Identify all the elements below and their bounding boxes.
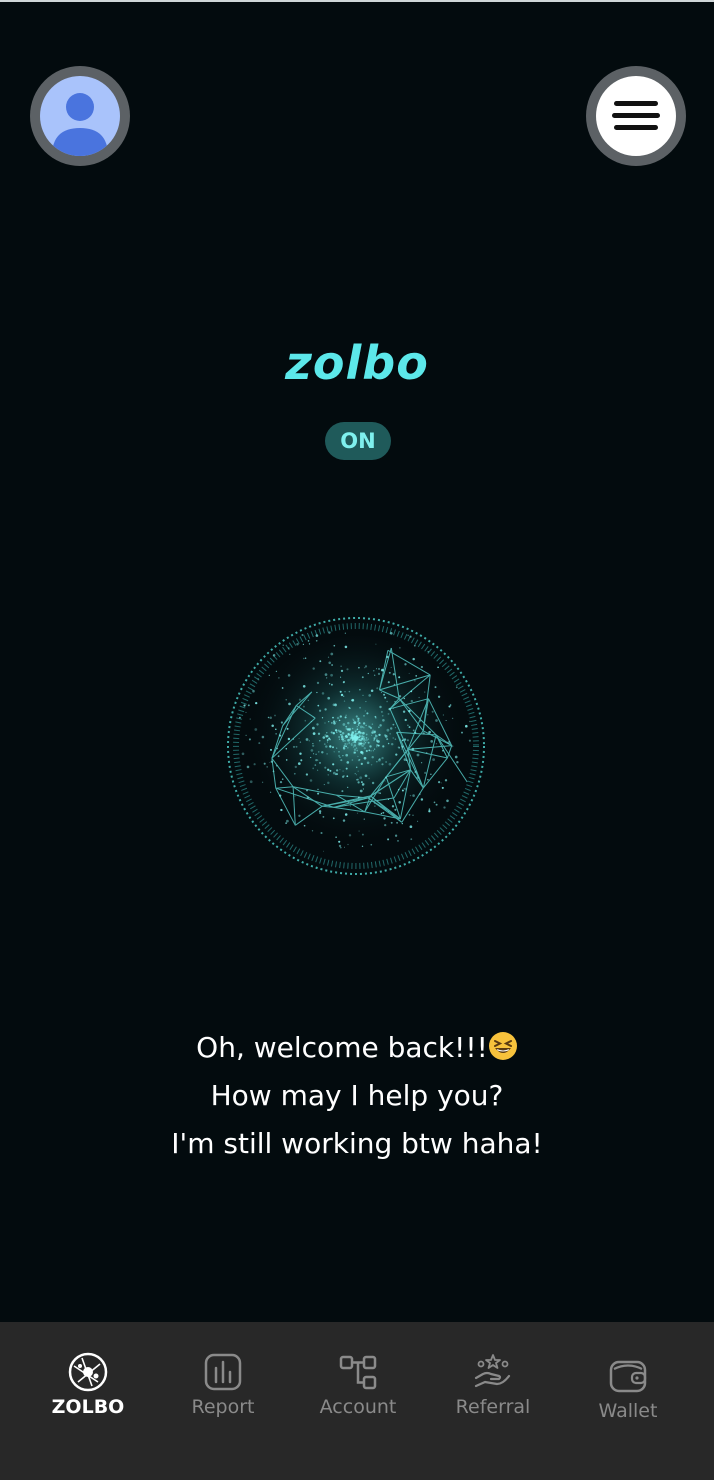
wallet-icon [609, 1360, 647, 1393]
home-screen: zolbo ON Oh, welcome back!!! How may I h… [0, 0, 714, 1480]
nav-item-referral[interactable]: Referral [428, 1352, 558, 1418]
nav-label-report: Report [191, 1396, 255, 1418]
nav-label-zolbo: ZOLBO [51, 1396, 125, 1418]
nav-item-account[interactable]: Account [293, 1352, 423, 1418]
app-logo: zolbo [285, 336, 429, 390]
nav-label-wallet: Wallet [598, 1400, 658, 1422]
bottom-navigation: ZOLBO Report Account Referral Wallet [0, 1322, 714, 1480]
top-divider [0, 0, 714, 2]
greeting-line-1-text: Oh, welcome back!!! [196, 1031, 488, 1064]
account-flow-icon [339, 1355, 377, 1390]
status-badge[interactable]: ON [325, 422, 391, 460]
greeting-message: Oh, welcome back!!! How may I help you? … [0, 1024, 714, 1168]
nav-label-account: Account [319, 1396, 397, 1418]
menu-button[interactable] [586, 66, 686, 166]
nav-item-zolbo[interactable]: ZOLBO [23, 1352, 153, 1418]
globe-visual [227, 617, 485, 875]
hand-stars-icon [474, 1354, 511, 1388]
nav-item-wallet[interactable]: Wallet [563, 1352, 693, 1422]
grinning-squinting-face-emoji [488, 1032, 517, 1060]
greeting-line-3: I'm still working btw haha! [171, 1127, 543, 1160]
hamburger-menu-icon [596, 76, 676, 156]
zolbo-sphere-icon [68, 1352, 108, 1392]
nav-item-report[interactable]: Report [158, 1352, 288, 1418]
bar-chart-icon [204, 1353, 242, 1391]
greeting-line-1: Oh, welcome back!!! [0, 1024, 714, 1072]
profile-button[interactable] [30, 66, 130, 166]
user-avatar-icon [40, 76, 120, 156]
greeting-line-2: How may I help you? [210, 1079, 504, 1112]
nav-label-referral: Referral [455, 1396, 531, 1418]
